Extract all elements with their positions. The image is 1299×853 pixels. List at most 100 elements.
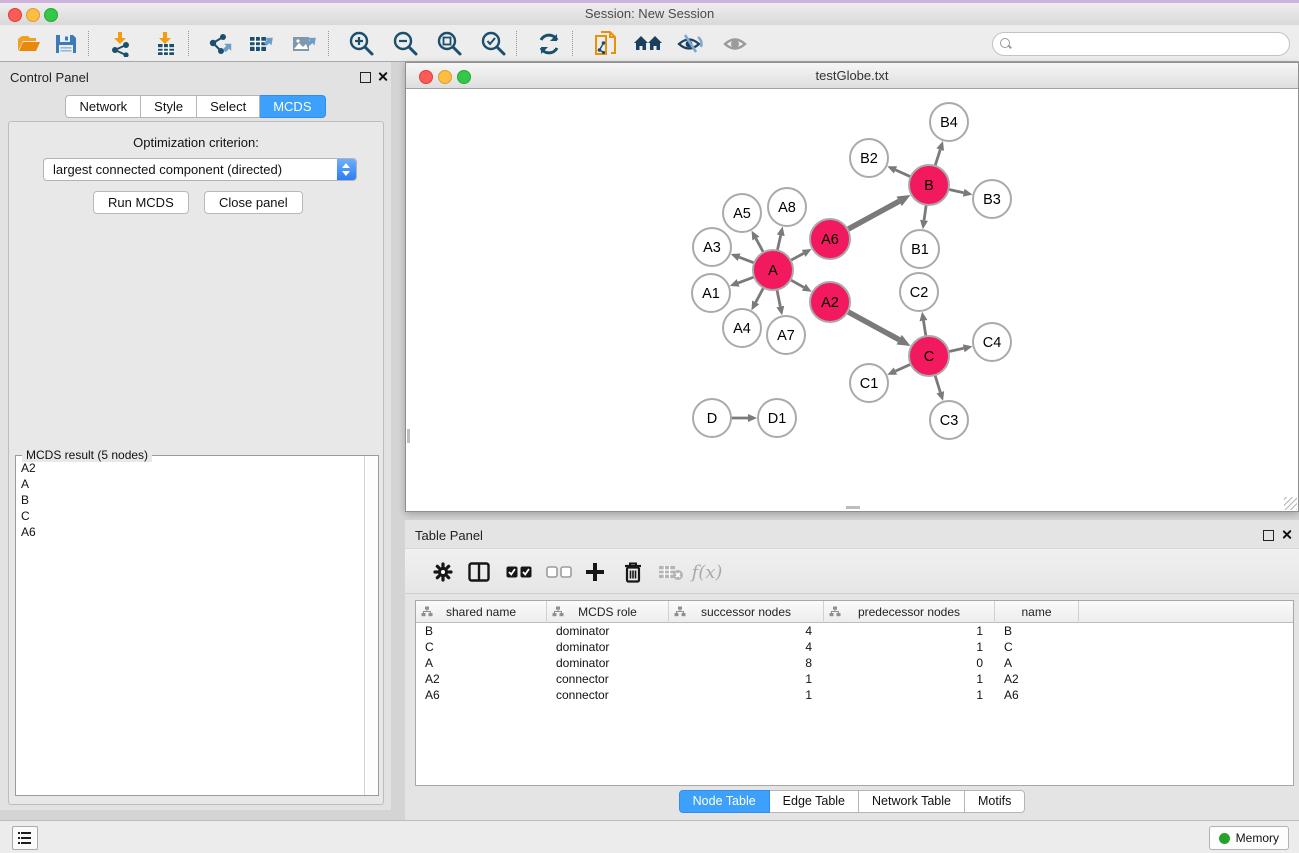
result-item-a6[interactable]: A6 (17, 524, 364, 540)
tab-edge-table[interactable]: Edge Table (770, 790, 859, 813)
search-field[interactable] (992, 32, 1290, 56)
table-cell[interactable]: 4 (669, 623, 824, 639)
table-cell[interactable]: 4 (669, 639, 824, 655)
graph-node-B3[interactable]: B3 (973, 180, 1011, 218)
float-panel-icon[interactable] (1263, 530, 1274, 541)
graph-node-C1[interactable]: C1 (850, 364, 888, 402)
graph-node-B1[interactable]: B1 (901, 230, 939, 268)
zoom-fit-button[interactable] (432, 28, 466, 59)
zoom-in-button[interactable] (344, 28, 378, 59)
tab-motifs[interactable]: Motifs (965, 790, 1025, 813)
result-item-a2[interactable]: A2 (17, 460, 364, 476)
function-builder-button[interactable]: f(x) (691, 556, 723, 588)
close-panel-icon[interactable] (377, 71, 388, 82)
add-column-button[interactable] (579, 556, 611, 588)
result-scrollbar[interactable] (364, 456, 378, 795)
zoom-selected-button[interactable] (476, 28, 510, 59)
tab-network[interactable]: Network (65, 95, 141, 118)
graph-node-A3[interactable]: A3 (693, 228, 731, 266)
table-cell[interactable]: C (416, 639, 547, 655)
table-cell[interactable]: 1 (669, 687, 824, 703)
graph-node-C[interactable]: C (909, 336, 949, 376)
graph-edge-A-A3[interactable] (731, 253, 755, 262)
hide-selected-button[interactable] (674, 28, 708, 59)
show-task-history-button[interactable] (12, 826, 38, 850)
graph-edge-D-D1[interactable] (731, 414, 757, 422)
table-row[interactable]: A2connector11A2 (416, 671, 1293, 687)
graph-edge-A6-B[interactable] (848, 195, 911, 229)
table-cell[interactable]: B (995, 623, 1079, 639)
criterion-dropdown[interactable]: largest connected component (directed) (43, 158, 357, 181)
table-cell[interactable]: B (416, 623, 547, 639)
close-panel-button[interactable]: Close panel (204, 191, 303, 214)
zoom-out-button[interactable] (388, 28, 422, 59)
graph-edge-B-B1[interactable] (920, 205, 928, 229)
table-cell[interactable]: dominator (547, 655, 669, 671)
graph-node-A[interactable]: A (753, 250, 793, 290)
graph-edge-C-C3[interactable] (935, 375, 944, 401)
tab-network-table[interactable]: Network Table (859, 790, 965, 813)
graph-node-C3[interactable]: C3 (930, 401, 968, 439)
table-row[interactable]: Bdominator41B (416, 623, 1293, 639)
network-canvas[interactable]: B4B2BB3A8A5A6A3B1AA1C2A2A4A7C4CC1C3DD1 (406, 89, 1298, 510)
table-cell[interactable]: A (995, 655, 1079, 671)
import-table-button[interactable] (149, 28, 183, 59)
graph-node-A4[interactable]: A4 (723, 309, 761, 347)
network-window-titlebar[interactable]: testGlobe.txt (406, 63, 1298, 89)
graph-node-C4[interactable]: C4 (973, 323, 1011, 361)
table-settings-button[interactable] (427, 556, 459, 588)
vertical-scrollbar-thumb[interactable] (407, 429, 410, 443)
graph-node-D1[interactable]: D1 (758, 399, 796, 437)
graph-edge-A-A4[interactable] (751, 288, 763, 311)
table-row[interactable]: A6connector11A6 (416, 687, 1293, 703)
table-cell[interactable]: 0 (824, 655, 995, 671)
tab-mcds[interactable]: MCDS (260, 95, 325, 118)
resize-grip[interactable] (1284, 497, 1297, 510)
open-file-button[interactable] (12, 28, 46, 59)
table-cell[interactable]: A2 (416, 671, 547, 687)
graph-edge-A-A7[interactable] (776, 290, 784, 316)
table-cell[interactable]: A6 (416, 687, 547, 703)
delete-table-button[interactable] (655, 556, 687, 588)
table-cell[interactable]: C (995, 639, 1079, 655)
graph-node-C2[interactable]: C2 (900, 273, 938, 311)
result-item-b[interactable]: B (17, 492, 364, 508)
close-panel-icon[interactable] (1281, 529, 1292, 540)
graph-edge-A-A6[interactable] (791, 249, 812, 260)
horizontal-scrollbar-thumb[interactable] (846, 506, 860, 509)
graph-node-A2[interactable]: A2 (810, 282, 850, 322)
graph-edge-B-B4[interactable] (935, 141, 944, 166)
graph-node-D[interactable]: D (693, 399, 731, 437)
table-cell[interactable]: 1 (824, 623, 995, 639)
table-cell[interactable]: 1 (824, 639, 995, 655)
table-row[interactable]: Adominator80A (416, 655, 1293, 671)
new-network-from-selection-button[interactable] (589, 28, 623, 59)
graph-edge-C-C2[interactable] (920, 312, 928, 336)
export-network-button[interactable] (202, 28, 236, 59)
graph-node-A8[interactable]: A8 (768, 188, 806, 226)
graph-edge-B-B2[interactable] (887, 166, 911, 177)
table-cell[interactable]: connector (547, 687, 669, 703)
table-cell[interactable]: dominator (547, 639, 669, 655)
select-all-rows-button[interactable] (503, 556, 535, 588)
table-cell[interactable]: A (416, 655, 547, 671)
table-cell[interactable]: A2 (995, 671, 1079, 687)
graph-node-B[interactable]: B (909, 165, 949, 205)
column-header-predecessor-nodes[interactable]: predecessor nodes (824, 601, 995, 623)
table-cell[interactable]: 8 (669, 655, 824, 671)
column-header-name[interactable]: name (995, 601, 1079, 623)
graph-edge-A-A2[interactable] (790, 280, 811, 292)
tab-style[interactable]: Style (141, 95, 197, 118)
deselect-all-rows-button[interactable] (543, 556, 575, 588)
import-network-button[interactable] (104, 28, 138, 59)
delete-column-button[interactable] (617, 556, 649, 588)
tab-node-table[interactable]: Node Table (679, 790, 770, 813)
column-header-successor-nodes[interactable]: successor nodes (669, 601, 824, 623)
result-item-c[interactable]: C (17, 508, 364, 524)
graph-edge-B-B3[interactable] (949, 189, 973, 197)
graph-node-B4[interactable]: B4 (930, 103, 968, 141)
graph-edge-C-C1[interactable] (887, 364, 911, 375)
graph-edge-A-A5[interactable] (752, 231, 764, 253)
graph-edge-A-A1[interactable] (730, 277, 754, 287)
show-column-panel-button[interactable] (463, 556, 495, 588)
